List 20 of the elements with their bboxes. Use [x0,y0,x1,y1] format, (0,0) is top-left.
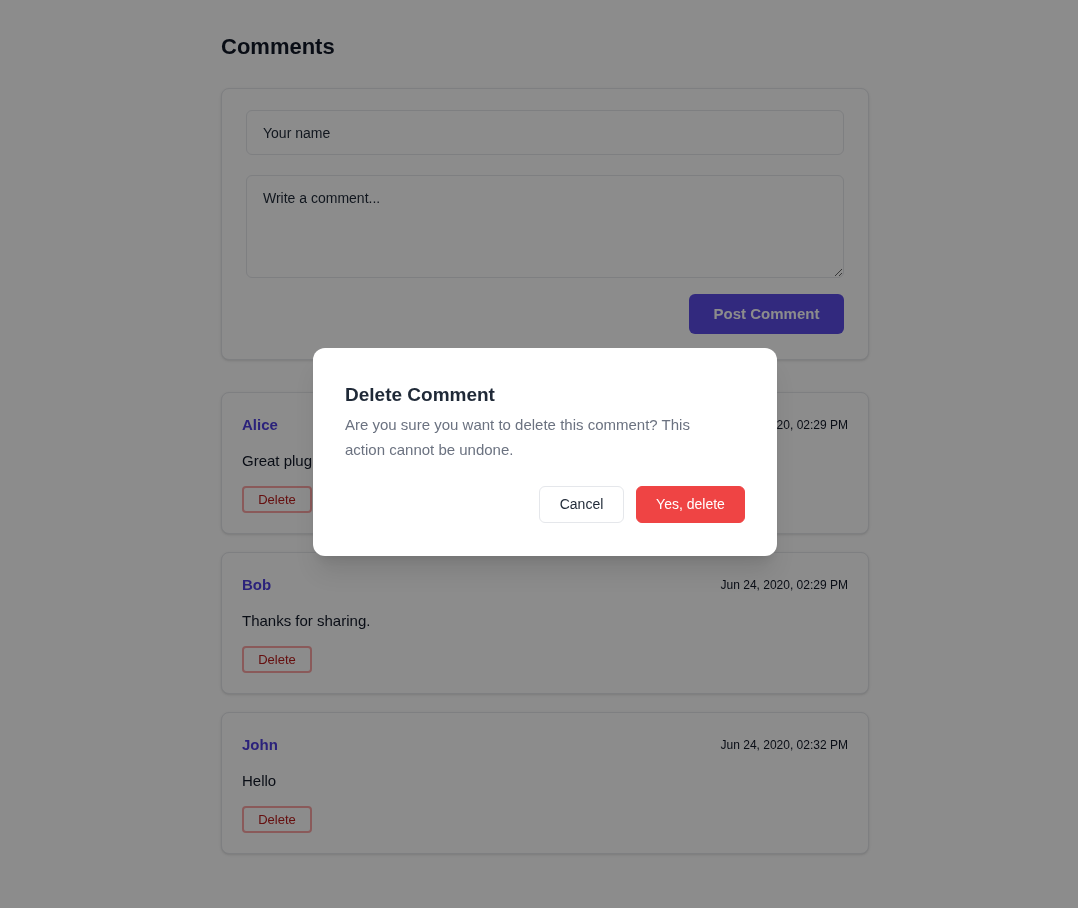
comment-text: Great plug [242,451,313,471]
name-input[interactable]: Your name [246,110,844,155]
author-name: Bob [242,574,272,595]
comment-date: Jun 24, 2020, 02:32 PM [720,737,848,754]
delete-button[interactable]: Delete [242,806,312,833]
dialog-message: Are you sure you want to delete this comment? This action cannot be undone. [345,415,691,460]
delete-button[interactable]: Delete [242,646,312,673]
comment-date: 20, 02:29 PM [776,417,848,434]
author-name: Alice [242,414,278,435]
comment-textarea[interactable]: Write a comment... [246,175,844,278]
delete-button[interactable]: Delete [242,486,312,513]
comment-text: Hello [242,771,277,791]
dialog-title: Delete Comment [345,383,495,407]
cancel-button[interactable]: Cancel [539,486,624,523]
post-comment-button[interactable]: Post Comment [689,294,844,334]
comment-date: Jun 24, 2020, 02:29 PM [720,577,848,594]
comment-text: Thanks for sharing. [242,611,371,631]
author-name: John [242,734,278,755]
confirm-delete-button[interactable]: Yes, delete [636,486,745,523]
page-title: Comments [221,33,335,61]
